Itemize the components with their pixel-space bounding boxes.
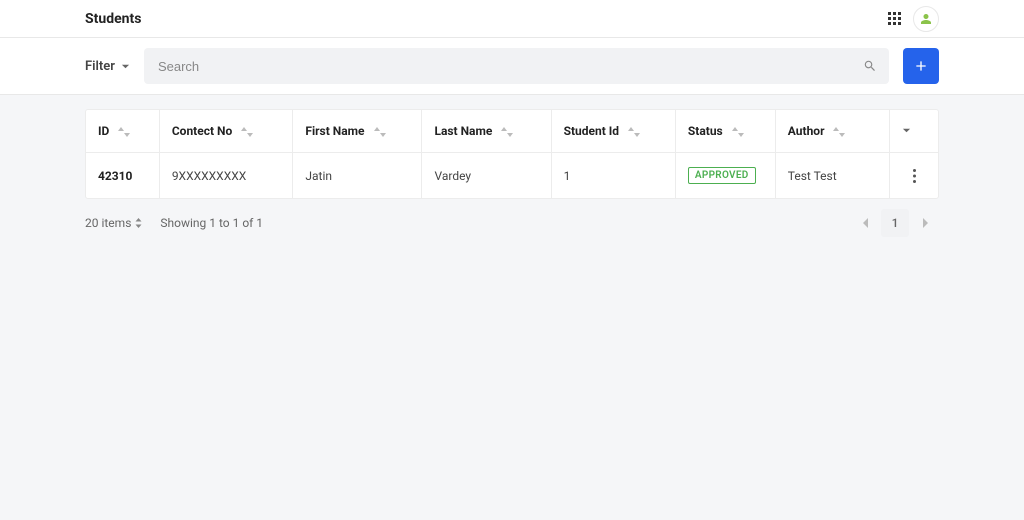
- cell-lastname: Vardey: [422, 153, 551, 198]
- column-header-contact[interactable]: Contect No: [160, 110, 294, 153]
- sort-icon: [501, 127, 513, 137]
- filter-button[interactable]: Filter: [85, 59, 130, 74]
- search-icon: [863, 59, 877, 73]
- filter-label: Filter: [85, 59, 115, 74]
- chevron-right-icon: [922, 217, 929, 229]
- page-number[interactable]: 1: [881, 209, 909, 237]
- sort-icon: [732, 127, 744, 137]
- chevron-down-icon: [902, 126, 911, 135]
- showing-text: Showing 1 to 1 of 1: [160, 216, 263, 230]
- chevron-down-icon: [121, 62, 130, 71]
- sort-icon: [374, 127, 386, 137]
- cell-contact: 9XXXXXXXXX: [160, 153, 294, 198]
- column-header-firstname[interactable]: First Name: [293, 110, 422, 153]
- sort-icon: [118, 127, 130, 137]
- add-button[interactable]: [903, 48, 939, 84]
- column-header-status[interactable]: Status: [676, 110, 776, 153]
- sort-icon: [628, 127, 640, 137]
- items-per-page[interactable]: 20 items: [85, 216, 142, 230]
- plus-icon: [913, 58, 929, 74]
- user-icon: [920, 13, 932, 25]
- dots-vertical-icon: [913, 169, 916, 183]
- pagination: 1: [851, 209, 939, 237]
- students-table: ID Contect No First Name: [85, 109, 939, 199]
- table-row[interactable]: 42310 9XXXXXXXXX Jatin Vardey 1 APPROVED…: [86, 153, 938, 198]
- next-page-button[interactable]: [911, 209, 939, 237]
- page-title: Students: [85, 11, 141, 27]
- sort-icon: [833, 127, 845, 137]
- chevron-left-icon: [862, 217, 869, 229]
- user-avatar[interactable]: [913, 6, 939, 32]
- row-menu-button[interactable]: [902, 169, 926, 183]
- apps-icon[interactable]: [888, 12, 901, 25]
- prev-page-button[interactable]: [851, 209, 879, 237]
- cell-studentid: 1: [552, 153, 676, 198]
- cell-status: APPROVED: [676, 153, 776, 198]
- sort-icon: [241, 127, 253, 137]
- column-header-id[interactable]: ID: [86, 110, 160, 153]
- column-header-lastname[interactable]: Last Name: [422, 110, 551, 153]
- column-header-author[interactable]: Author: [776, 110, 890, 153]
- cell-author: Test Test: [776, 153, 890, 198]
- column-header-more[interactable]: [890, 110, 938, 153]
- sort-icon: [135, 218, 142, 228]
- status-badge: APPROVED: [688, 167, 756, 184]
- column-header-studentid[interactable]: Student Id: [552, 110, 676, 153]
- cell-firstname: Jatin: [293, 153, 422, 198]
- search-input[interactable]: [144, 48, 889, 84]
- cell-id: 42310: [86, 153, 160, 198]
